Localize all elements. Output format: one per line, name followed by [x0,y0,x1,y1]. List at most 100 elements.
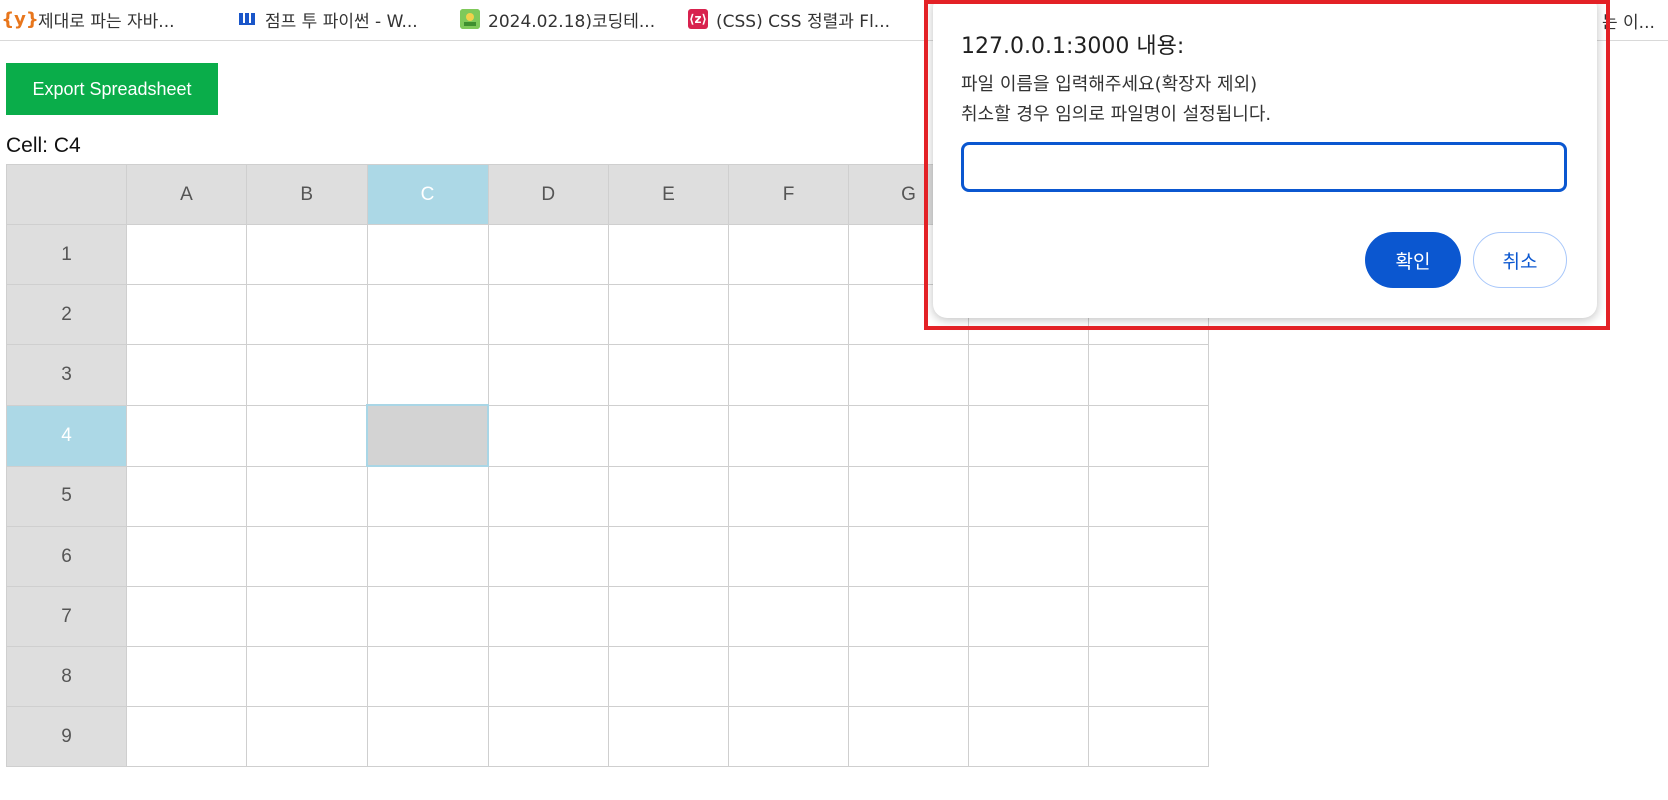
grid-cell[interactable] [968,586,1089,647]
grid-cell[interactable] [1088,344,1209,406]
column-header[interactable]: D [487,164,609,225]
grid-cell[interactable] [968,526,1089,587]
grid-cell[interactable] [246,284,368,345]
grid-cell[interactable] [246,224,368,285]
grid-cell[interactable] [366,344,489,406]
grid-cell[interactable] [848,706,969,767]
grid-cell[interactable] [968,404,1089,467]
grid-cell[interactable] [246,646,368,707]
grid-cell[interactable] [366,465,489,527]
selected-cell[interactable] [366,404,489,467]
grid-cell[interactable] [366,224,489,285]
row-header[interactable]: 7 [6,586,127,647]
grid-cell[interactable] [1088,404,1209,467]
grid-cell[interactable] [848,526,969,587]
grid-cell[interactable] [126,344,247,406]
grid-cell[interactable] [126,404,247,467]
grid-cell[interactable] [126,646,247,707]
grid-cell[interactable] [487,526,609,587]
grid-cell[interactable] [246,526,368,587]
grid-cell[interactable] [608,224,729,285]
row-header[interactable]: 4 [6,404,127,467]
row-header[interactable]: 9 [6,706,127,767]
grid-cell[interactable] [968,465,1089,527]
grid-cell[interactable] [848,465,969,527]
bookmark-2[interactable]: 점프 투 파이썬 - W... [237,6,418,32]
column-header[interactable]: C [366,164,489,225]
cancel-button[interactable]: 취소 [1473,232,1567,288]
grid-cell[interactable] [728,224,849,285]
grid-cell[interactable] [1088,465,1209,527]
grid-cell[interactable] [1088,526,1209,587]
grid-cell[interactable] [728,465,849,527]
row-header[interactable]: 8 [6,646,127,707]
grid-cell[interactable] [728,284,849,345]
grid-cell[interactable] [1088,706,1209,767]
grid-cell[interactable] [608,586,729,647]
export-spreadsheet-button[interactable]: Export Spreadsheet [6,63,218,115]
grid-cell[interactable] [487,404,609,467]
grid-cell[interactable] [126,526,247,587]
grid-cell[interactable] [728,404,849,467]
row-header[interactable]: 5 [6,465,127,527]
grid-cell[interactable] [126,284,247,345]
grid-cell[interactable] [126,224,247,285]
row-header[interactable]: 2 [6,284,127,345]
grid-cell[interactable] [126,706,247,767]
grid-cell[interactable] [848,646,969,707]
grid-cell[interactable] [487,284,609,345]
grid-cell[interactable] [366,586,489,647]
grid-cell[interactable] [126,465,247,527]
grid-cell[interactable] [487,224,609,285]
grid-cell[interactable] [728,586,849,647]
grid-cell[interactable] [1088,586,1209,647]
grid-cell[interactable] [366,284,489,345]
grid-cell[interactable] [968,706,1089,767]
y-brackets-icon: {y} [1,8,39,30]
bookmark-3[interactable]: 2024.02.18)코딩테... [460,6,655,32]
grid-cell[interactable] [608,344,729,406]
grid-cell[interactable] [848,586,969,647]
bookmark-tail[interactable]: 는 이... [1602,8,1655,33]
row-header[interactable]: 6 [6,526,127,587]
grid-cell[interactable] [728,344,849,406]
grid-cell[interactable] [246,465,368,527]
grid-cell[interactable] [366,646,489,707]
grid-cell[interactable] [608,284,729,345]
grid-cell[interactable] [487,465,609,527]
row-header[interactable]: 3 [6,344,127,406]
grid-cell[interactable] [848,344,969,406]
grid-cell[interactable] [246,404,368,467]
column-header[interactable]: F [728,164,849,225]
grid-cell[interactable] [608,646,729,707]
grid-cell[interactable] [487,586,609,647]
grid-cell[interactable] [968,646,1089,707]
bookmark-4[interactable]: ⟨z⟩ (CSS) CSS 정렬과 Fl... [688,6,890,32]
grid-cell[interactable] [246,706,368,767]
grid-cell[interactable] [728,706,849,767]
grid-cell[interactable] [608,404,729,467]
grid-cell[interactable] [366,526,489,587]
column-header[interactable]: E [608,164,729,225]
grid-cell[interactable] [246,586,368,647]
grid-cell[interactable] [246,344,368,406]
ok-button[interactable]: 확인 [1365,232,1461,288]
grid-cell[interactable] [728,646,849,707]
grid-cell[interactable] [608,465,729,527]
column-header[interactable]: B [246,164,368,225]
bookmark-1[interactable]: {y} 제대로 파는 자바... [1,6,174,32]
row-header[interactable]: 1 [6,224,127,285]
grid-cell[interactable] [487,646,609,707]
column-header[interactable]: A [126,164,247,225]
grid-cell[interactable] [126,586,247,647]
grid-cell[interactable] [608,526,729,587]
grid-cell[interactable] [728,526,849,587]
grid-cell[interactable] [366,706,489,767]
grid-cell[interactable] [848,404,969,467]
filename-input[interactable] [961,142,1567,192]
grid-cell[interactable] [1088,646,1209,707]
grid-cell[interactable] [608,706,729,767]
grid-cell[interactable] [968,344,1089,406]
grid-cell[interactable] [487,706,609,767]
grid-cell[interactable] [487,344,609,406]
